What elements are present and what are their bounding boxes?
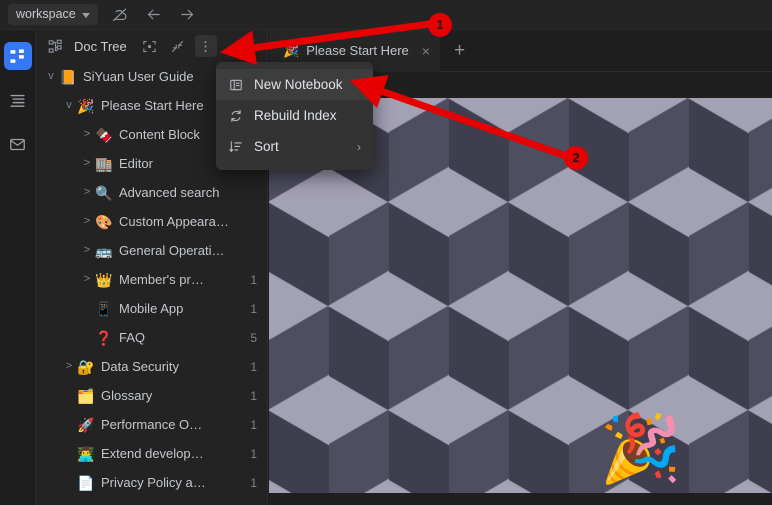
tree-row-11[interactable]: 🗂️ Glossary 1	[36, 381, 267, 410]
item-label: Performance O…	[101, 417, 203, 432]
item-count: 1	[250, 301, 257, 316]
expand-arrow[interactable]: >	[80, 129, 94, 140]
titlebar: workspace	[0, 0, 772, 30]
refresh-icon	[228, 109, 244, 123]
item-label: Member's pr…	[119, 272, 204, 287]
workspace-label: workspace	[16, 7, 76, 21]
tree-row-7[interactable]: > 👑 Member's pr… 1	[36, 265, 267, 294]
expand-arrow[interactable]: >	[80, 216, 94, 227]
menu-item-rebuild-index[interactable]: Rebuild Index	[216, 100, 373, 131]
collapse-icon[interactable]	[167, 35, 189, 57]
notebook-icon	[228, 78, 244, 92]
item-emoji: 🚀	[77, 416, 95, 433]
item-label: Glossary	[101, 388, 153, 403]
tab-emoji: 🎉	[283, 42, 300, 58]
menu-item-label: Rebuild Index	[254, 108, 337, 123]
submenu-arrow: ›	[357, 139, 361, 154]
doc-tree-context-menu: New Notebook Rebuild Index Sort ›	[216, 62, 373, 170]
item-emoji: 📄	[77, 474, 95, 491]
tree-row-6[interactable]: > 🚌 General Operati…	[36, 236, 267, 265]
tab-label: Please Start Here	[306, 43, 409, 58]
tree-row-14[interactable]: 📄 Privacy Policy a… 1	[36, 468, 267, 497]
tree-row-13[interactable]: 👨‍💻 Extend develop… 1	[36, 439, 267, 468]
menu-item-new-notebook[interactable]: New Notebook	[216, 69, 373, 100]
item-label: FAQ	[119, 330, 146, 345]
left-rail	[0, 30, 36, 505]
tree-row-5[interactable]: > 🎨 Custom Appeara…	[36, 207, 267, 236]
back-arrow-icon[interactable]	[140, 0, 168, 30]
tree-row-4[interactable]: > 🔍 Advanced search	[36, 178, 267, 207]
expand-arrow[interactable]: >	[80, 158, 94, 169]
item-count: 1	[250, 388, 257, 403]
app-window: workspace Doc Tree v 📙 SiYuan User Guide…	[0, 0, 772, 505]
new-tab-button[interactable]: +	[440, 41, 479, 60]
rail-item-outline[interactable]	[4, 86, 32, 114]
item-label: General Operati…	[119, 243, 225, 258]
menu-item-sort[interactable]: Sort ›	[216, 131, 373, 162]
item-label: Privacy Policy a…	[101, 475, 206, 490]
menu-item-label: New Notebook	[254, 77, 343, 92]
doc-tree-header: Doc Tree	[36, 30, 267, 62]
tree-row-9[interactable]: ❓ FAQ 5	[36, 323, 267, 352]
item-count: 1	[250, 272, 257, 287]
expand-arrow[interactable]: >	[80, 187, 94, 198]
item-count: 1	[250, 417, 257, 432]
item-emoji: 🔐	[77, 358, 95, 375]
panel-title: Doc Tree	[74, 38, 127, 54]
item-emoji: ❓	[95, 329, 113, 346]
tree-row-12[interactable]: 🚀 Performance O… 1	[36, 410, 267, 439]
rail-item-doc-tree[interactable]	[3, 42, 32, 70]
item-emoji: 🍫	[95, 126, 113, 143]
cloud-off-icon[interactable]	[106, 0, 134, 30]
item-label: Extend develop…	[101, 446, 204, 461]
expand-arrow[interactable]: >	[62, 361, 76, 372]
item-emoji: 📙	[59, 68, 77, 85]
forward-arrow-icon[interactable]	[174, 0, 202, 30]
item-emoji: 🏬	[95, 155, 113, 172]
item-emoji: 🎨	[95, 213, 113, 230]
expand-arrow[interactable]: >	[80, 274, 94, 285]
item-label: Custom Appeara…	[119, 214, 229, 229]
tree-row-10[interactable]: > 🔐 Data Security 1	[36, 352, 267, 381]
document-title-emoji: 🎉	[599, 411, 683, 485]
chevron-down-icon	[81, 12, 90, 18]
sort-icon	[228, 140, 244, 154]
tree-row-8[interactable]: 📱 Mobile App 1	[36, 294, 267, 323]
menu-item-label: Sort	[254, 139, 279, 154]
expand-arrow[interactable]: v	[62, 100, 76, 111]
expand-arrow[interactable]: >	[80, 245, 94, 256]
item-emoji: 👑	[95, 271, 113, 288]
workspace-selector[interactable]: workspace	[8, 4, 98, 25]
close-icon[interactable]: ×	[422, 43, 430, 59]
item-emoji: 🗂️	[77, 387, 95, 404]
focus-icon[interactable]	[139, 35, 161, 57]
item-label: Advanced search	[119, 185, 220, 200]
more-vertical-icon[interactable]	[194, 35, 217, 57]
item-label: Mobile App	[119, 301, 184, 316]
expand-arrow[interactable]: v	[44, 71, 58, 82]
item-emoji: 🚌	[95, 242, 113, 259]
item-count: 1	[250, 446, 257, 461]
item-count: 1	[250, 475, 257, 490]
doc-tree-icon	[44, 35, 66, 57]
rail-item-inbox[interactable]	[4, 130, 32, 158]
item-label: Data Security	[101, 359, 180, 374]
item-count: 1	[250, 359, 257, 374]
item-count: 5	[250, 330, 257, 345]
item-emoji: 🔍	[95, 184, 113, 201]
item-emoji: 🎉	[77, 97, 95, 114]
item-emoji: 📱	[95, 300, 113, 317]
item-emoji: 👨‍💻	[77, 445, 95, 462]
